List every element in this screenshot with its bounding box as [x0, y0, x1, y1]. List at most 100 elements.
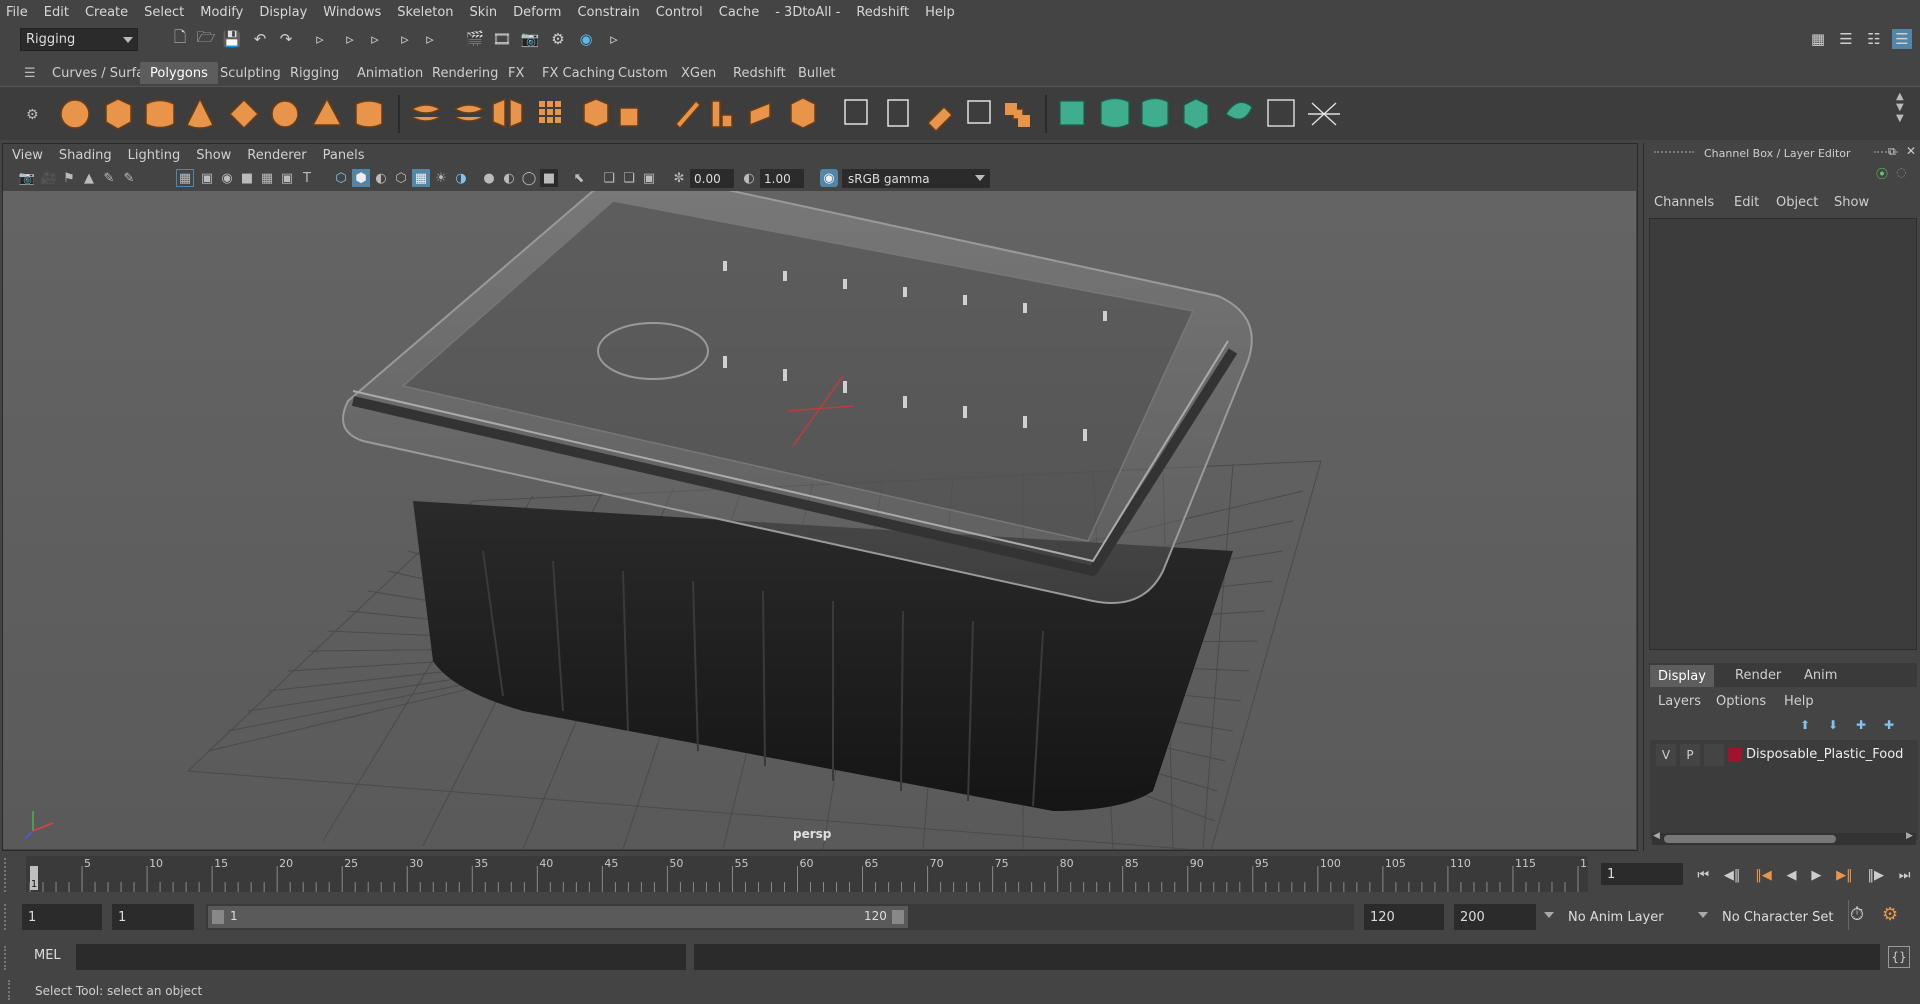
drag-handle-icon[interactable]: [4, 904, 18, 930]
new-scene-icon[interactable]: 🗋: [170, 28, 190, 49]
command-language-toggle[interactable]: MEL: [34, 948, 61, 963]
field-chart-icon[interactable]: ▦: [258, 169, 276, 187]
end-time-field[interactable]: 200: [1454, 904, 1536, 930]
range-slider-handle[interactable]: 1 120: [208, 906, 908, 928]
help-menu[interactable]: Help: [1784, 694, 1814, 709]
shelf-tab-polygons[interactable]: Polygons: [140, 62, 218, 84]
step-back-icon[interactable]: ◀‖: [1724, 868, 1741, 883]
menu-file[interactable]: File: [6, 5, 28, 20]
safe-title-icon[interactable]: T: [298, 169, 316, 187]
playback-end-field[interactable]: 120: [1364, 904, 1444, 930]
layers-menu[interactable]: Layers: [1658, 694, 1701, 709]
speed-icon[interactable]: ◌: [1896, 165, 1906, 179]
viewport-menu-renderer[interactable]: Renderer: [247, 148, 306, 163]
object-menu[interactable]: Object: [1776, 195, 1818, 210]
colorspace-dropdown[interactable]: sRGB gamma: [842, 169, 990, 188]
new-layer-selected-icon[interactable]: ✚: [1884, 718, 1894, 732]
viewport-menu-panels[interactable]: Panels: [323, 148, 365, 163]
menu-edit[interactable]: Edit: [44, 5, 69, 20]
shelf-tab-redshift[interactable]: Redshift: [723, 62, 796, 84]
gamma-field[interactable]: 1.00: [760, 169, 804, 188]
image-plane-icon[interactable]: ▲: [80, 169, 98, 187]
ipr-render-icon[interactable]: 📷: [520, 29, 540, 49]
render-sequence-icon[interactable]: 🎞: [492, 29, 512, 49]
menu-display[interactable]: Display: [259, 5, 307, 20]
grease-pencil-icon[interactable]: ✎: [100, 169, 118, 187]
menu-redshift[interactable]: Redshift: [856, 5, 909, 20]
use-all-lights-icon[interactable]: ☀: [432, 169, 450, 187]
script-editor-icon[interactable]: {}: [1888, 946, 1910, 968]
play-backwards-icon[interactable]: ◀: [1787, 868, 1797, 883]
start-time-field[interactable]: 1: [22, 904, 102, 930]
drag-handle-icon[interactable]: [4, 946, 18, 970]
current-time-marker[interactable]: 1: [30, 866, 38, 890]
render-frame-icon[interactable]: 🎬: [465, 29, 485, 49]
go-to-end-icon[interactable]: ⏭: [1899, 868, 1911, 883]
scroll-left-icon[interactable]: ◀: [1653, 831, 1660, 841]
camera-icon[interactable]: 📷: [18, 169, 36, 187]
motion-blur-icon[interactable]: ◐: [500, 169, 518, 187]
menu-skin[interactable]: Skin: [470, 5, 498, 20]
close-icon[interactable]: ✕: [1906, 144, 1916, 158]
layer-color-swatch[interactable]: [1728, 748, 1742, 762]
film-gate-icon[interactable]: ▣: [198, 169, 216, 187]
menu-skeleton[interactable]: Skeleton: [397, 5, 453, 20]
gate-mask-icon[interactable]: ■: [238, 169, 256, 187]
scroll-right-icon[interactable]: ▶: [1906, 831, 1913, 841]
menu-constrain[interactable]: Constrain: [577, 5, 639, 20]
layer-scrollbar[interactable]: ◀ ▶: [1652, 831, 1916, 845]
shelf-tab-sculpting[interactable]: Sculpting: [210, 62, 291, 84]
layer-name[interactable]: Disposable_Plastic_Food: [1746, 747, 1903, 762]
viewport-menu-view[interactable]: View: [12, 148, 43, 163]
tab-display[interactable]: Display: [1650, 665, 1714, 687]
layer-visibility-toggle[interactable]: V: [1656, 744, 1676, 766]
undo-icon[interactable]: ↶: [250, 29, 270, 49]
chevron-down-icon[interactable]: [1544, 912, 1554, 918]
channels-menu[interactable]: Channels: [1654, 195, 1714, 210]
menu-create[interactable]: Create: [85, 5, 128, 20]
camera-attributes-icon[interactable]: 🎥: [40, 169, 58, 187]
viewport-3d[interactable]: persp: [3, 191, 1636, 849]
channel-box-icon[interactable]: ☰: [1892, 29, 1912, 49]
shelf-scroll-icon[interactable]: ▲ ▼ ▼: [1896, 91, 1904, 124]
save-scene-icon[interactable]: 💾: [222, 29, 242, 49]
time-slider[interactable]: 5 10 15 20 25 30 35 40 45 50 55 60 65 70 75 80 85 90 95 100…: [26, 856, 1588, 892]
go-to-start-icon[interactable]: ⏮: [1697, 868, 1709, 883]
smooth-shade-icon[interactable]: ⬢: [352, 169, 370, 187]
menu-help[interactable]: Help: [925, 5, 955, 20]
layer-display-type[interactable]: [1704, 744, 1724, 766]
frame-all-icon[interactable]: ▣: [640, 169, 658, 187]
depth-of-field-icon[interactable]: ■: [540, 169, 558, 187]
color-management-icon[interactable]: ◉: [820, 169, 838, 187]
render-settings-icon[interactable]: ⚙: [548, 29, 568, 49]
auto-key-icon[interactable]: ⏱: [1850, 904, 1864, 925]
safe-action-icon[interactable]: ▣: [278, 169, 296, 187]
play-forwards-icon[interactable]: ▶: [1811, 868, 1821, 883]
options-menu[interactable]: Options: [1716, 694, 1766, 709]
range-start-grip[interactable]: [212, 910, 224, 924]
move-layer-up-icon[interactable]: ⬆: [1800, 718, 1810, 732]
viewport-menu-lighting[interactable]: Lighting: [128, 148, 181, 163]
xray-joints-icon[interactable]: ❏: [600, 169, 618, 187]
show-menu[interactable]: Show: [1834, 195, 1869, 210]
menu-windows[interactable]: Windows: [323, 5, 381, 20]
resolution-gate-icon[interactable]: ◉: [218, 169, 236, 187]
menu-cache[interactable]: Cache: [719, 5, 759, 20]
anim-layer-dropdown[interactable]: No Anim Layer: [1562, 904, 1686, 930]
tab-render[interactable]: Render: [1735, 668, 1781, 683]
menuset-dropdown[interactable]: Rigging: [20, 28, 138, 51]
move-layer-down-icon[interactable]: ⬇: [1828, 718, 1838, 732]
shelf-tab-rigging[interactable]: Rigging: [280, 62, 349, 84]
menu-modify[interactable]: Modify: [200, 5, 243, 20]
tab-anim[interactable]: Anim: [1804, 668, 1837, 683]
menu-select[interactable]: Select: [144, 5, 184, 20]
drag-handle-icon[interactable]: [1654, 151, 1694, 157]
grid-toggle-icon[interactable]: ▦: [176, 169, 194, 187]
step-back-key-icon[interactable]: ‖◀: [1755, 868, 1772, 883]
drag-handle-icon[interactable]: [4, 858, 22, 892]
command-input[interactable]: [76, 944, 686, 970]
chevron-down-icon[interactable]: [1698, 912, 1708, 918]
default-material-icon[interactable]: ◐: [372, 169, 390, 187]
exposure-field[interactable]: 0.00: [690, 169, 734, 188]
shelf-tab-rendering[interactable]: Rendering: [422, 62, 508, 84]
